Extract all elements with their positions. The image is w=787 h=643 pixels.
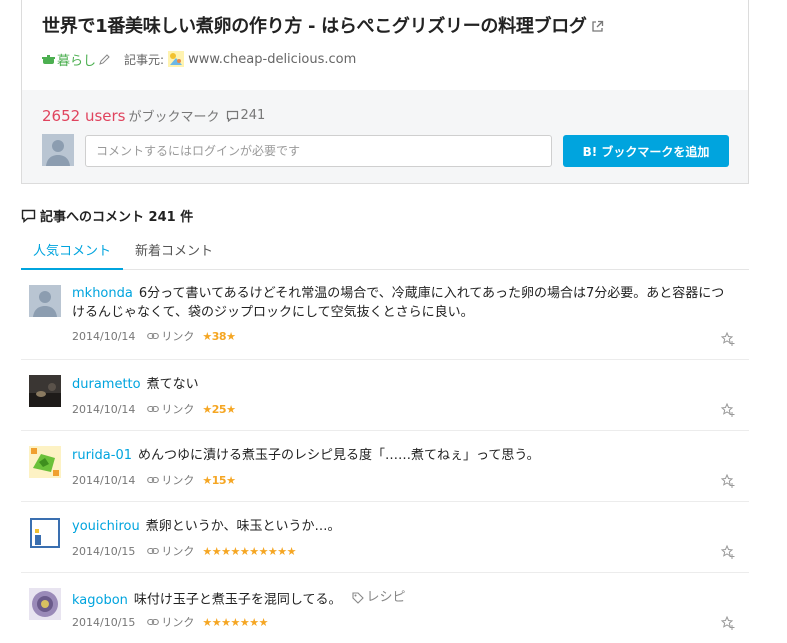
bookmark-panel: 2652 users がブックマーク 241 B! ブックマークを追加 — [22, 90, 748, 183]
link-icon — [147, 547, 160, 555]
comment-meta: 2014/10/14 リンク ★15★ — [72, 472, 236, 488]
comment-username[interactable]: youichirou — [72, 519, 140, 534]
comment-text: めんつゆに漬ける煮玉子のレシピ見る度「……煮てねぇ」って思う。 — [138, 448, 540, 463]
entry-card: 世界で1番美味しい煮卵の作り方 - はらぺこグリズリーの料理ブログ 暮らし 記事… — [21, 0, 749, 184]
list-item: youichirou 煮卵というか、味玉というか…。 2014/10/15 リンク… — [21, 502, 749, 573]
source-domain-link[interactable]: www.cheap-delicious.com — [188, 52, 356, 67]
comment-meta: 2014/10/15 リンク ★★★★★★★ — [72, 614, 268, 630]
add-star-icon[interactable] — [720, 544, 736, 560]
avatar[interactable] — [29, 285, 61, 317]
comment-link-label[interactable]: リンク — [161, 472, 194, 488]
link-icon — [147, 476, 160, 484]
entry-title-text[interactable]: 世界で1番美味しい煮卵の作り方 - はらぺこグリズリーの料理ブログ — [42, 16, 587, 37]
tab-new-comments[interactable]: 新着コメント — [123, 232, 225, 270]
favicon-icon — [168, 51, 185, 67]
avatar — [42, 134, 74, 166]
entry-meta: 暮らし 記事元: www.cheap-delicious.com — [42, 50, 356, 69]
comment-date[interactable]: 2014/10/14 — [72, 403, 135, 416]
comment-stars[interactable]: ★★★★★★★★★★ — [202, 545, 296, 558]
users-suffix: がブックマーク — [128, 110, 220, 125]
comment-link[interactable]: リンク — [147, 543, 194, 559]
list-item: durametto 煮てない 2014/10/14 リンク ★25★ — [21, 360, 749, 431]
comment-tag-label[interactable]: レシピ — [367, 588, 406, 607]
comment-link-label[interactable]: リンク — [161, 614, 194, 630]
comment-body: rurida-01 めんつゆに漬ける煮玉子のレシピ見る度「……煮てねぇ」って思う。 — [72, 446, 737, 465]
comment-link-label[interactable]: リンク — [161, 328, 194, 344]
users-count-link[interactable]: 2652 users — [42, 107, 125, 125]
comments-section-title: 記事へのコメント 241 件 — [21, 206, 193, 225]
comment-count[interactable]: 241 — [241, 108, 266, 123]
tab-popular-comments[interactable]: 人気コメント — [21, 232, 124, 270]
comment-tabs: 人気コメント 新着コメント — [21, 232, 749, 270]
add-bookmark-button[interactable]: B! ブックマークを追加 — [563, 135, 729, 167]
category-label[interactable]: 暮らし — [57, 50, 96, 69]
link-icon — [147, 618, 160, 626]
tag-icon — [351, 591, 364, 604]
comment-username[interactable]: mkhonda — [72, 286, 133, 301]
add-star-icon[interactable] — [720, 615, 736, 631]
comment-text: 煮てない — [146, 377, 199, 392]
external-link-icon[interactable] — [591, 20, 604, 33]
comment-date[interactable]: 2014/10/15 — [72, 616, 135, 629]
source-label: 記事元: — [124, 52, 165, 67]
list-item: kagobon 味付け玉子と煮玉子を混同してる。 レシピ 2014/10/15 リン… — [21, 573, 749, 643]
category-link[interactable]: 暮らし — [42, 50, 96, 69]
comment-date[interactable]: 2014/10/15 — [72, 545, 135, 558]
entry-title[interactable]: 世界で1番美味しい煮卵の作り方 - はらぺこグリズリーの料理ブログ — [42, 12, 604, 38]
comment-stars[interactable]: ★25★ — [202, 403, 236, 416]
bookmark-stats: 2652 users がブックマーク 241 — [42, 106, 266, 126]
add-star-icon[interactable] — [720, 473, 736, 489]
list-item: rurida-01 めんつゆに漬ける煮玉子のレシピ見る度「……煮てねぇ」って思う。… — [21, 431, 749, 502]
comment-link[interactable]: リンク — [147, 472, 194, 488]
comment-input[interactable] — [85, 135, 552, 167]
comment-meta: 2014/10/14 リンク ★38★ — [72, 328, 236, 344]
avatar[interactable] — [29, 375, 61, 407]
comment-link[interactable]: リンク — [147, 401, 194, 417]
link-icon — [147, 332, 160, 340]
comment-body: kagobon 味付け玉子と煮玉子を混同してる。 レシピ — [72, 588, 737, 610]
comment-body: durametto 煮てない — [72, 375, 737, 394]
comment-list: mkhonda 6分って書いてあるけどそれ常温の場合で、冷蔵庫に入れてあった卵の場… — [21, 270, 749, 643]
comment-text: 味付け玉子と煮玉子を混同してる。 — [133, 592, 342, 608]
comment-link-label[interactable]: リンク — [161, 543, 194, 559]
comment-date[interactable]: 2014/10/14 — [72, 330, 135, 343]
comment-body: youichirou 煮卵というか、味玉というか…。 — [72, 517, 737, 536]
add-star-icon[interactable] — [720, 331, 736, 347]
comment-meta: 2014/10/15 リンク ★★★★★★★★★★ — [72, 543, 297, 559]
comment-stars[interactable]: ★★★★★★★ — [202, 616, 268, 629]
comment-body: mkhonda 6分って書いてあるけどそれ常温の場合で、冷蔵庫に入れてあった卵の場… — [72, 284, 737, 322]
comment-username[interactable]: rurida-01 — [72, 448, 132, 463]
comment-meta: 2014/10/14 リンク ★25★ — [72, 401, 236, 417]
add-star-icon[interactable] — [720, 402, 736, 418]
avatar[interactable] — [29, 446, 61, 478]
comment-text: 煮卵というか、味玉というか…。 — [145, 519, 341, 534]
avatar[interactable] — [29, 588, 61, 620]
comment-stars[interactable]: ★38★ — [202, 330, 236, 343]
comment-link[interactable]: リンク — [147, 328, 194, 344]
comment-username[interactable]: kagobon — [72, 593, 128, 608]
comment-link[interactable]: リンク — [147, 614, 194, 630]
comment-stars[interactable]: ★15★ — [202, 474, 236, 487]
link-icon — [147, 405, 160, 413]
avatar[interactable] — [29, 517, 61, 549]
comment-tag[interactable]: レシピ — [351, 588, 406, 607]
comment-text: 6分って書いてあるけどそれ常温の場合で、冷蔵庫に入れてあった卵の場合は7分必要。… — [72, 286, 725, 320]
list-item: mkhonda 6分って書いてあるけどそれ常温の場合で、冷蔵庫に入れてあった卵の場… — [21, 270, 749, 360]
pot-icon — [42, 54, 55, 64]
comment-bubble-icon — [21, 209, 36, 223]
pencil-icon[interactable] — [99, 53, 110, 65]
comment-bubble-icon — [226, 110, 238, 122]
comments-section-title-text: 記事へのコメント 241 件 — [40, 210, 194, 225]
comment-link-label[interactable]: リンク — [161, 401, 194, 417]
comment-date[interactable]: 2014/10/14 — [72, 474, 135, 487]
comment-username[interactable]: durametto — [72, 377, 141, 392]
